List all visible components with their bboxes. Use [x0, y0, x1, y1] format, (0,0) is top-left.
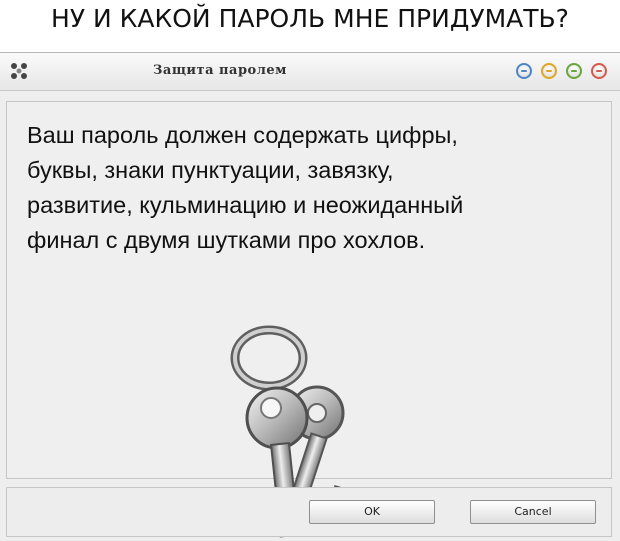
maximize-button[interactable]: [566, 63, 582, 79]
close-button[interactable]: [591, 63, 607, 79]
title-bar[interactable]: Защита паролем: [0, 53, 620, 91]
meme-page: НУ И КАКОЙ ПАРОЛЬ МНЕ ПРИДУМАТЬ? Защита …: [0, 0, 620, 541]
window-title: Защита паролем: [153, 63, 287, 78]
window-button-blue[interactable]: [516, 63, 532, 79]
minimize-button[interactable]: [541, 63, 557, 79]
cancel-button[interactable]: Cancel: [470, 500, 596, 524]
ok-button[interactable]: OK: [309, 500, 435, 524]
password-dialog: Защита паролем Ваш пароль должен содержа…: [0, 52, 620, 541]
message-line: развитие, кульминацию и неожиданный: [27, 192, 464, 218]
dialog-message: Ваш пароль должен содержать цифры, буквы…: [27, 118, 607, 258]
meme-caption: НУ И КАКОЙ ПАРОЛЬ МНЕ ПРИДУМАТЬ?: [51, 4, 569, 33]
message-line: Ваш пароль должен содержать цифры,: [27, 122, 458, 148]
message-line: буквы, знаки пунктуации, завязку,: [27, 157, 394, 183]
dialog-footer: OK Cancel: [6, 487, 612, 537]
content-panel: Ваш пароль должен содержать цифры, буквы…: [6, 101, 612, 538]
message-line: финал с двумя шутками про хохлов.: [27, 227, 426, 253]
